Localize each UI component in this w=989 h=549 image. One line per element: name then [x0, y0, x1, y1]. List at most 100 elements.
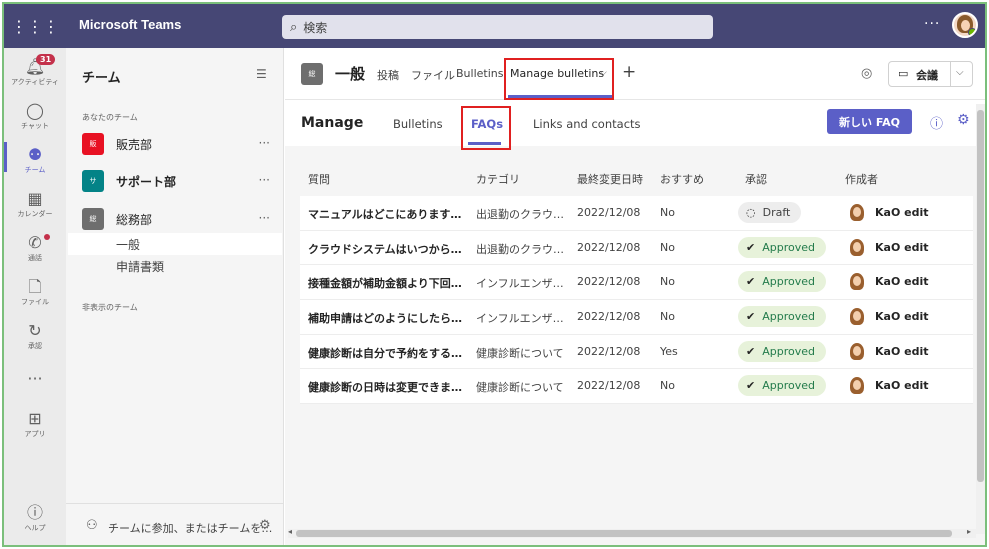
rail-item-activity[interactable]: 🔔︎ 31 アクティビティ — [4, 54, 66, 87]
rail-item-calls[interactable]: ✆ 通話 — [4, 234, 66, 263]
teams-icon: ⚉ — [27, 145, 43, 164]
checkmark-icon: ✔ — [746, 275, 756, 289]
question-cell: 健康診断は自分で予約をする… — [308, 346, 462, 360]
tab-bulletins-manage[interactable]: Bulletins — [393, 117, 443, 131]
tab-links-and-contacts[interactable]: Links and contacts — [533, 117, 641, 131]
settings-gear-icon[interactable]: ⚙ — [957, 112, 970, 128]
team-name: サポート部 — [116, 174, 177, 189]
scroll-right-icon[interactable]: ▸ — [967, 527, 971, 536]
team-name: 総務部 — [116, 212, 153, 227]
status-text: Approved — [762, 240, 815, 254]
scroll-left-icon[interactable]: ◂ — [288, 527, 292, 536]
join-team-icon: ⚇ — [86, 518, 98, 533]
table-row[interactable]: クラウドシステムはいつから… 出退勤のクラウ… 2022/12/08 No ✔ A… — [300, 230, 973, 266]
new-faq-button[interactable]: 新しい FAQ — [827, 109, 912, 134]
channel-item-general[interactable]: 一般 — [68, 233, 282, 255]
team-more-icon[interactable]: ··· — [259, 211, 270, 225]
column-header[interactable]: 質問 — [308, 171, 330, 187]
status-badge: ✔ Approved — [738, 306, 826, 328]
status-badge: ✔ Approved — [738, 271, 826, 293]
status-badge: ✔ Approved — [738, 236, 826, 258]
channel-name: 一般 — [335, 65, 366, 83]
chevron-down-icon[interactable]: ⌵ — [956, 67, 964, 78]
join-team-row[interactable]: ⚇ チームに参加、またはチームを… ⚙ — [66, 503, 284, 545]
status-text: Approved — [762, 379, 815, 393]
join-team-text: チームに参加、またはチームを… — [108, 522, 273, 535]
column-header[interactable]: 承認 — [745, 171, 767, 187]
recommended-cell: No — [660, 240, 675, 254]
rail-label: チャット — [21, 122, 49, 130]
column-header[interactable]: カテゴリ — [476, 171, 520, 187]
author-name: KaO edit — [875, 310, 929, 324]
rail-item-more[interactable]: ··· — [4, 370, 66, 388]
column-header[interactable]: おすすめ — [660, 171, 704, 187]
recommended-cell: No — [660, 379, 675, 393]
add-tab-icon[interactable]: + — [622, 62, 636, 82]
rail-item-help[interactable]: ⓘ ヘルプ — [4, 504, 66, 533]
question-cell: 接種金額が補助金額より下回… — [308, 277, 462, 291]
table-row[interactable]: 健康診断は自分で予約をする… 健康診断について 2022/12/08 Yes ✔… — [300, 334, 973, 370]
rail-label: カレンダー — [17, 210, 53, 218]
rail-item-apps[interactable]: ⊞ アプリ — [4, 410, 66, 439]
search-input[interactable]: ⌕ 検索 — [282, 15, 713, 39]
rail-item-files[interactable]: 🗋 ファイル — [4, 278, 66, 307]
horizontal-scrollbar[interactable]: ◂ ▸ — [288, 527, 976, 538]
question-cell: 健康診断の日時は変更できま… — [308, 381, 462, 395]
team-item-support[interactable]: サ サポート部 ··· — [82, 169, 282, 193]
faq-table: 質問 カテゴリ 最終変更日時 おすすめ 承認 作成者 マニュアルはどこにあります… — [300, 160, 973, 405]
team-more-icon[interactable]: ··· — [259, 173, 270, 187]
author-cell: KaO edit — [850, 238, 929, 256]
table-row[interactable]: 健康診断の日時は変更できま… 健康診断について 2022/12/08 No ✔ A… — [300, 369, 973, 405]
recommended-cell: No — [660, 275, 675, 289]
column-header[interactable]: 最終変更日時 — [577, 171, 643, 187]
presence-available-icon — [968, 28, 976, 36]
date-cell: 2022/12/08 — [577, 379, 641, 393]
rail-item-approvals[interactable]: ↻ 承認 — [4, 322, 66, 351]
rail-label: 承認 — [28, 342, 42, 350]
category-cell: インフルエンザ… — [476, 312, 564, 326]
column-header[interactable]: 作成者 — [845, 171, 878, 187]
main-content: 総 一般 投稿 ファイル Bulletins Manage bulletins … — [285, 48, 985, 545]
meet-button-label: 会議 — [916, 69, 938, 82]
date-cell: 2022/12/08 — [577, 275, 641, 289]
rail-label: 通話 — [28, 254, 42, 262]
app-rail: 🔔︎ 31 アクティビティ ◯ チャット ⚉ チーム ▦ カレンダー ✆ 通話 … — [4, 48, 66, 545]
category-cell: 健康診断について — [476, 346, 564, 360]
checkmark-icon: ✔ — [746, 310, 756, 324]
date-cell: 2022/12/08 — [577, 344, 641, 358]
team-item-general-affairs[interactable]: 総 総務部 ··· — [82, 207, 282, 231]
filter-icon[interactable]: ☰ — [256, 67, 267, 81]
tab-posts[interactable]: 投稿 — [377, 67, 399, 83]
team-item-sales[interactable]: 販 販売部 ··· — [82, 132, 282, 156]
table-row[interactable]: 接種金額が補助金額より下回… インフルエンザ… 2022/12/08 No ✔ A… — [300, 265, 973, 301]
app-window: ⋮⋮⋮ Microsoft Teams ⌕ 検索 ··· 🔔︎ 31 アクティビ… — [2, 2, 987, 547]
rail-item-calendar[interactable]: ▦ カレンダー — [4, 190, 66, 219]
author-avatar — [850, 377, 864, 395]
status-badge: ◌ Draft — [738, 202, 802, 223]
tab-files[interactable]: ファイル — [411, 67, 455, 83]
settings-gear-icon[interactable]: ⚙ — [259, 518, 271, 533]
channel-item-forms[interactable]: 申請書類 — [68, 255, 282, 277]
meet-button[interactable]: ▭ 会議 ⌵ — [888, 61, 973, 87]
user-avatar[interactable] — [952, 12, 978, 38]
tab-bulletins[interactable]: Bulletins — [456, 67, 503, 80]
more-options-icon[interactable]: ··· — [924, 16, 940, 32]
status-badge: ✔ Approved — [738, 375, 826, 397]
rail-label: ファイル — [21, 298, 49, 306]
status-text: Draft — [762, 206, 791, 219]
table-row[interactable]: 補助申請はどのようにしたら… インフルエンザ… 2022/12/08 No ✔ A… — [300, 300, 973, 335]
draft-circle-icon: ◌ — [746, 206, 756, 219]
vertical-scrollbar[interactable] — [976, 104, 985, 534]
help-icon: ⓘ — [26, 503, 43, 522]
app-launcher-icon[interactable]: ⋮⋮⋮ — [4, 4, 66, 48]
author-cell: KaO edit — [850, 273, 929, 291]
rail-item-teams[interactable]: ⚉ チーム — [4, 142, 66, 175]
category-cell: インフルエンザ… — [476, 277, 564, 291]
conversation-icon[interactable]: ◎ — [861, 66, 872, 81]
info-icon[interactable]: ⓘ — [930, 113, 943, 132]
team-more-icon[interactable]: ··· — [259, 136, 270, 150]
rail-item-chat[interactable]: ◯ チャット — [4, 102, 66, 131]
your-teams-label: あなたのチーム — [82, 113, 138, 122]
status-text: Approved — [762, 344, 815, 358]
table-row[interactable]: マニュアルはどこにあります… 出退勤のクラウ… 2022/12/08 No ◌ D… — [300, 196, 973, 231]
